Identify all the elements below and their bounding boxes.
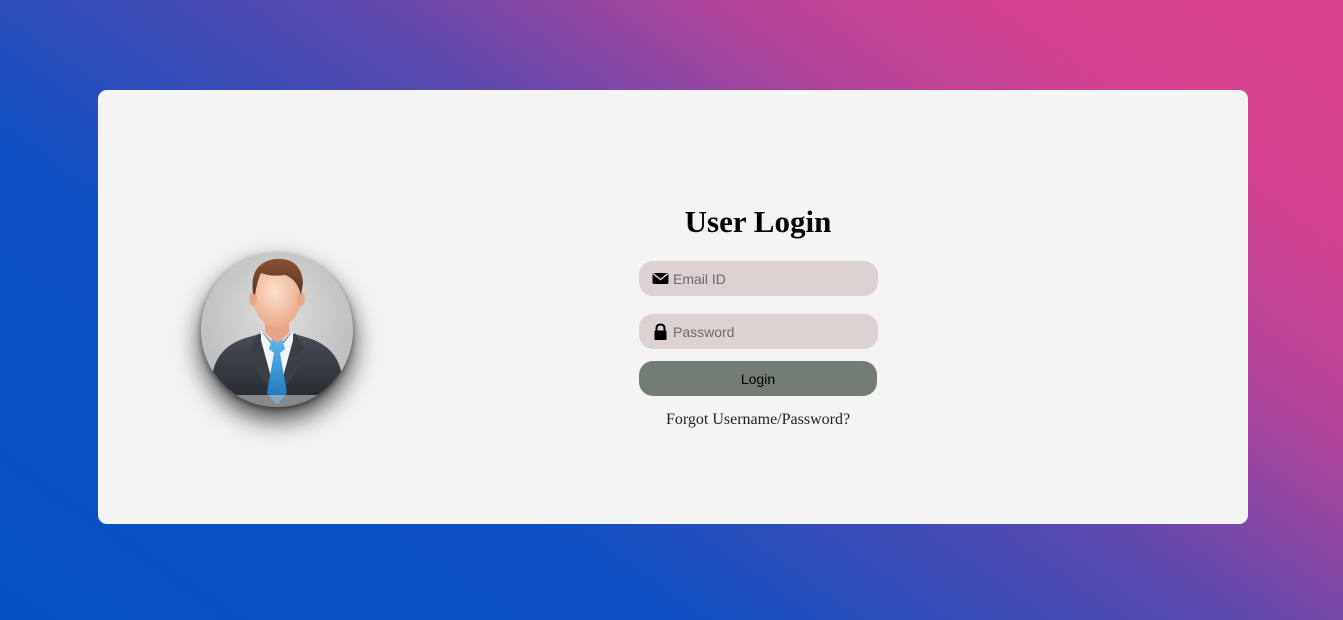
login-button[interactable]: Login [639,361,877,396]
password-input[interactable] [673,314,868,349]
user-avatar [201,253,353,407]
page-title: User Login [684,204,832,239]
email-input[interactable] [673,261,868,296]
lock-icon [654,323,667,340]
businessman-avatar-icon [201,253,353,407]
forgot-password-link[interactable]: Forgot Username/Password? [638,411,878,429]
login-card: User Login Login Forgot Username/Passwor… [98,90,1248,524]
email-field-wrapper[interactable] [639,261,878,296]
envelope-icon [652,273,669,284]
password-field-wrapper[interactable] [639,314,878,349]
